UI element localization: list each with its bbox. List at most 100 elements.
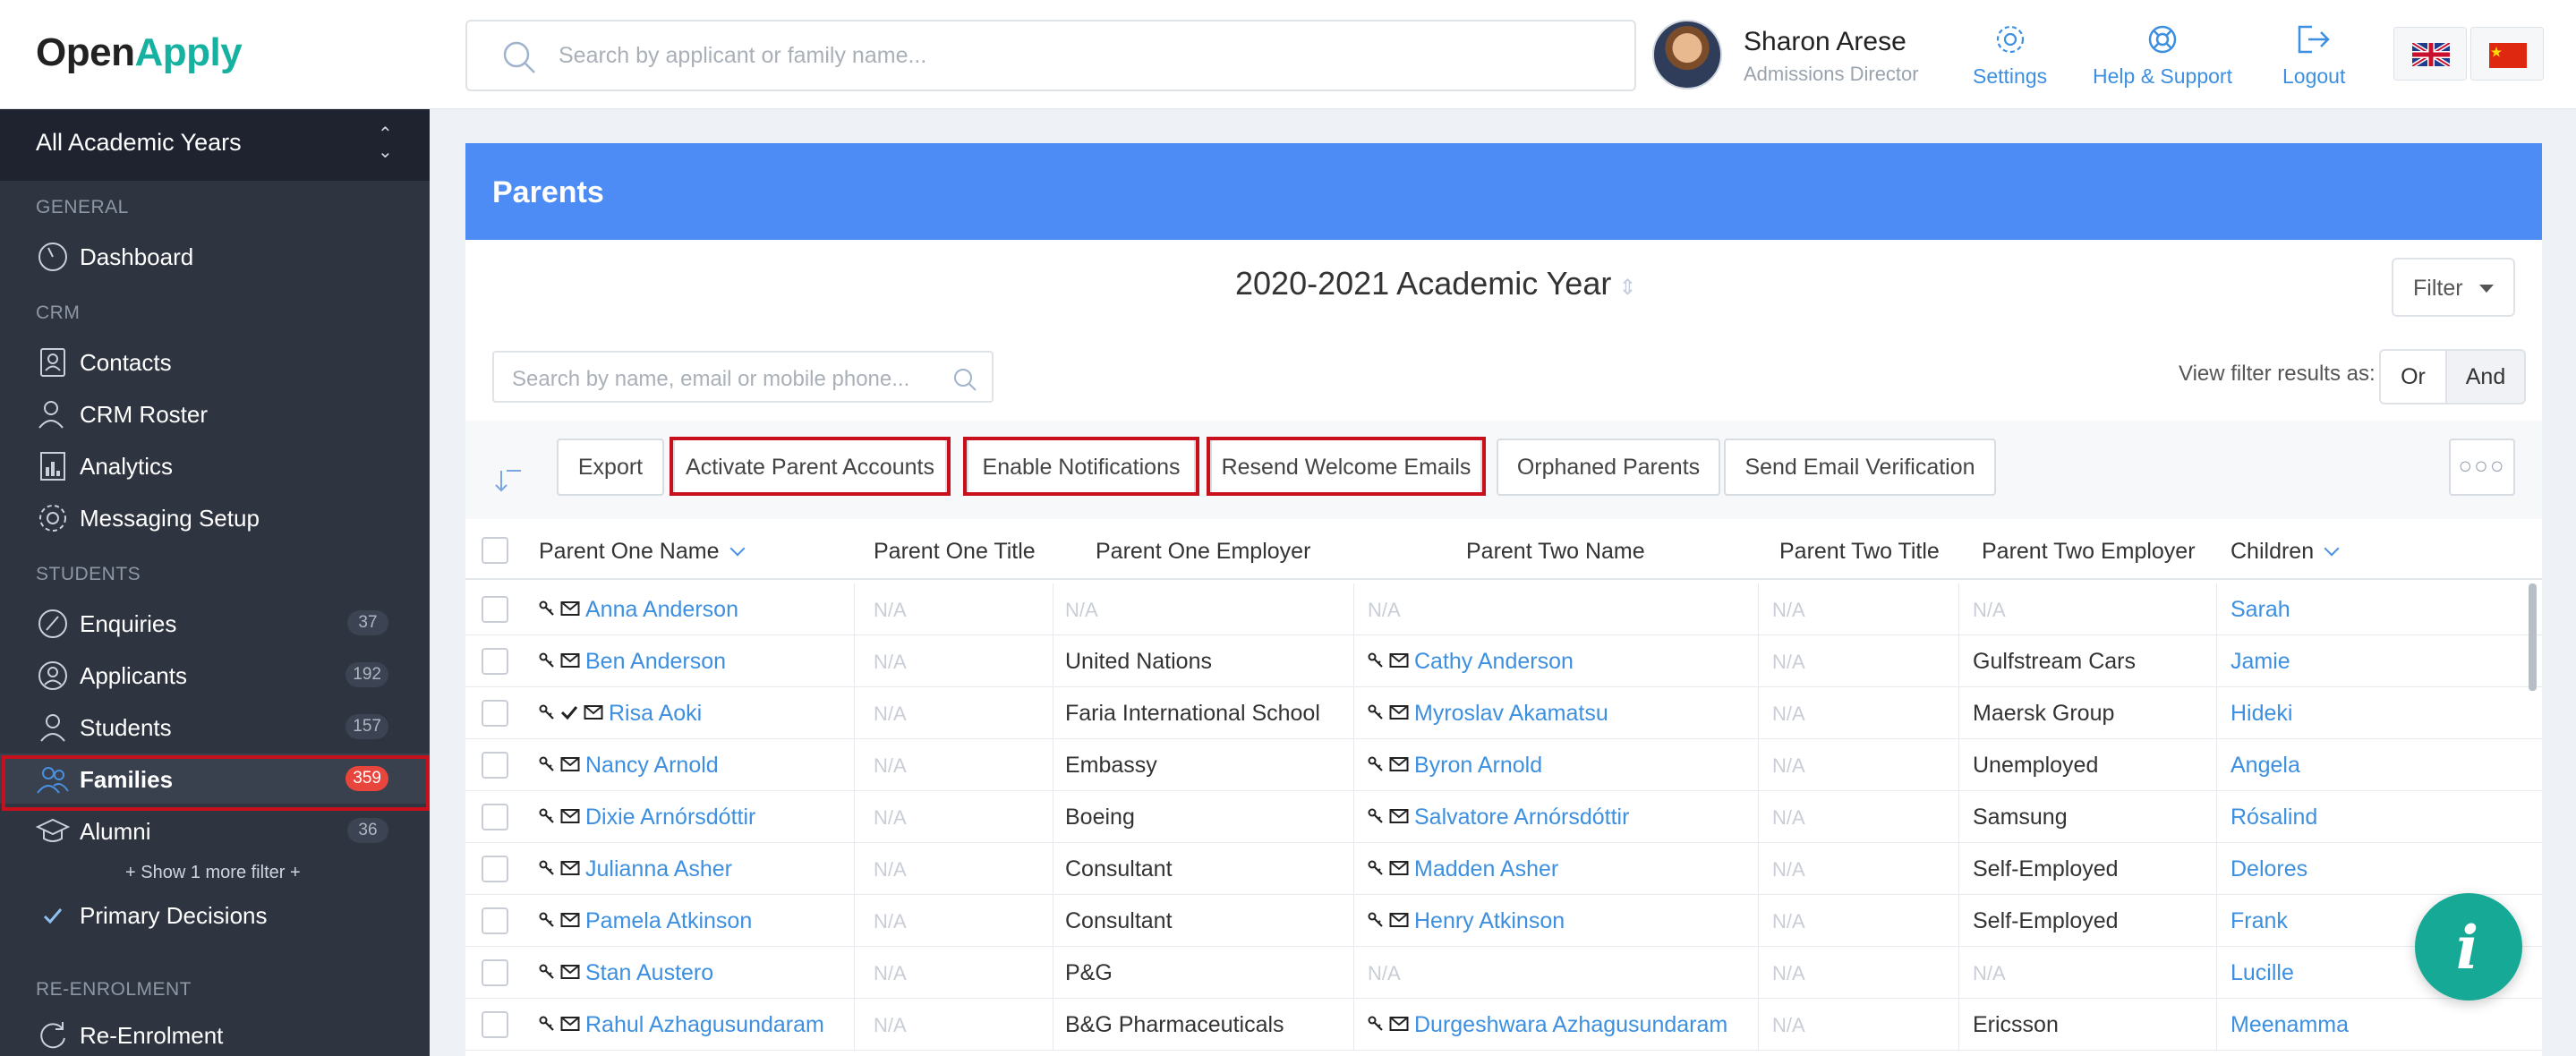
info-help-button[interactable]: i — [2415, 893, 2522, 1001]
column-divider — [1758, 999, 1759, 1051]
column-header-parent-one-employer[interactable]: Parent One Employer — [1096, 539, 1310, 565]
parent-name-link[interactable]: Risa Aoki — [609, 701, 702, 726]
user-name[interactable]: Sharon Arese — [1744, 27, 1906, 57]
row-checkbox[interactable] — [482, 907, 508, 934]
sidebar-item-dashboard[interactable]: Dashboard — [0, 231, 430, 281]
parent-name-link[interactable]: Byron Arnold — [1414, 753, 1542, 778]
child-name-link[interactable]: Frank — [2231, 908, 2288, 933]
academic-year-selector[interactable]: All Academic Years ⌃ ⌄ — [0, 109, 430, 181]
table-row[interactable]: Dixie Arnórsdóttir N/A Boeing Salvatore Arn… — [465, 791, 2542, 843]
china-flag-button[interactable] — [2470, 27, 2544, 81]
sidebar-item-alumni[interactable]: Alumni 36 — [0, 805, 430, 856]
more-actions-button[interactable]: ○○○ — [2449, 439, 2515, 496]
settings-button[interactable]: Settings — [1973, 21, 2047, 89]
page-title: Parents — [492, 175, 604, 209]
parent-name-link[interactable]: Stan Austero — [585, 960, 713, 985]
parent-name-link[interactable]: Myroslav Akamatsu — [1414, 701, 1608, 726]
na-value: N/A — [1772, 962, 1805, 984]
sidebar-item-primary-decisions[interactable]: Primary Decisions — [0, 890, 430, 940]
orphaned-parents-button[interactable]: Orphaned Parents — [1497, 439, 1720, 496]
filter-dropdown-button[interactable]: Filter — [2392, 258, 2515, 317]
child-name-link[interactable]: Lucille — [2231, 960, 2294, 985]
table-row[interactable]: Stan Austero N/A P&G N/A N/A N/A Lucille — [465, 947, 2542, 999]
parent-name-link[interactable]: Madden Asher — [1414, 856, 1558, 881]
sort-arrow-icon[interactable] — [494, 465, 525, 496]
parent-name-link[interactable]: Salvatore Arnórsdóttir — [1414, 805, 1629, 830]
column-header-parent-one-name[interactable]: Parent One Name — [539, 539, 745, 565]
table-scrollbar[interactable] — [2529, 583, 2537, 691]
column-header-parent-one-title[interactable]: Parent One Title — [874, 539, 1036, 565]
table-row[interactable]: Nancy Arnold N/A Embassy Byron Arnold N/A Une… — [465, 739, 2542, 791]
filter-mode-and-button[interactable]: And — [2445, 349, 2526, 405]
table-row[interactable]: Ben Anderson N/A United Nations Cathy Ander… — [465, 635, 2542, 687]
parent-name-link[interactable]: Henry Atkinson — [1414, 908, 1565, 933]
parent-name-link[interactable]: Durgeshwara Azhagusundaram — [1414, 1012, 1727, 1037]
cell-child: Hideki — [2231, 687, 2292, 739]
parent-name-link[interactable]: Pamela Atkinson — [585, 908, 752, 933]
sidebar-item-students[interactable]: Students 157 — [0, 702, 430, 752]
export-button[interactable]: Export — [557, 439, 664, 496]
child-name-link[interactable]: Delores — [2231, 856, 2307, 881]
parent-name-link[interactable]: Nancy Arnold — [585, 753, 719, 778]
child-name-link[interactable]: Rósalind — [2231, 805, 2317, 830]
sidebar-item-messaging-setup[interactable]: Messaging Setup — [0, 492, 430, 542]
row-checkbox[interactable] — [482, 1011, 508, 1038]
column-header-parent-two-title[interactable]: Parent Two Title — [1779, 539, 1940, 565]
column-divider — [1353, 739, 1354, 791]
child-name-link[interactable]: Angela — [2231, 753, 2300, 778]
user-avatar[interactable] — [1652, 20, 1722, 89]
academic-year-switcher[interactable]: 2020-2021 Academic Year ⇕ — [1235, 265, 1636, 302]
logout-button[interactable]: Logout — [2282, 21, 2345, 89]
row-checkbox[interactable] — [482, 959, 508, 986]
help-support-button[interactable]: Help & Support — [2093, 21, 2232, 89]
parent-name-link[interactable]: Julianna Asher — [585, 856, 732, 881]
parent-name-link[interactable]: Anna Anderson — [585, 597, 738, 622]
send-email-verification-button[interactable]: Send Email Verification — [1724, 439, 1996, 496]
row-checkbox[interactable] — [482, 752, 508, 779]
column-divider — [1958, 687, 1959, 739]
sidebar-item-applicants[interactable]: Applicants 192 — [0, 650, 430, 700]
child-name-link[interactable]: Jamie — [2231, 649, 2290, 674]
na-value: N/A — [874, 858, 907, 881]
column-divider — [1958, 791, 1959, 843]
table-row[interactable]: Pamela Atkinson N/A Consultant Henry Atkins… — [465, 895, 2542, 947]
sidebar-item-contacts[interactable]: Contacts — [0, 336, 430, 387]
column-header-children[interactable]: Children — [2231, 539, 2340, 565]
parent-name-link[interactable]: Rahul Azhagusundaram — [585, 1012, 824, 1037]
na-value: N/A — [1772, 1014, 1805, 1036]
parent-name-link[interactable]: Dixie Arnórsdóttir — [585, 805, 755, 830]
key-icon — [539, 912, 554, 928]
sidebar-item-re-enrolment[interactable]: Re-Enrolment — [0, 1009, 430, 1056]
sidebar-item-enquiries[interactable]: Enquiries 37 — [0, 598, 430, 648]
table-row[interactable]: Rahul Azhagusundaram N/A B&G Pharmaceutica… — [465, 999, 2542, 1051]
parent-name-link[interactable]: Ben Anderson — [585, 649, 726, 674]
row-checkbox[interactable] — [482, 648, 508, 675]
sidebar-item-crm-roster[interactable]: CRM Roster — [0, 388, 430, 439]
table-row[interactable]: Risa Aoki N/A Faria International School My… — [465, 687, 2542, 739]
row-checkbox[interactable] — [482, 804, 508, 830]
table-search-input[interactable]: Search by name, email or mobile phone... — [492, 351, 994, 403]
info-icon: i — [2456, 913, 2479, 983]
openapply-logo[interactable]: OpenApply — [36, 30, 243, 75]
row-checkbox[interactable] — [482, 856, 508, 882]
uk-flag-button[interactable] — [2393, 27, 2467, 81]
child-name-link[interactable]: Sarah — [2231, 597, 2290, 622]
na-value: N/A — [1368, 599, 1401, 621]
section-crm: CRM — [36, 302, 81, 323]
table-row[interactable]: Anna Anderson N/A N/A N/A N/A N/A Sarah — [465, 583, 2542, 635]
show-more-filter-link[interactable]: + Show 1 more filter + — [125, 863, 301, 883]
table-row[interactable]: Julianna Asher N/A Consultant Madden Asher N… — [465, 843, 2542, 895]
filter-mode-or-button[interactable]: Or — [2379, 349, 2447, 405]
cell-p1: Anna Anderson — [539, 583, 738, 635]
select-all-checkbox[interactable] — [482, 537, 508, 564]
child-name-link[interactable]: Hideki — [2231, 701, 2292, 726]
child-name-link[interactable]: Meenamma — [2231, 1012, 2349, 1037]
sidebar-item-analytics[interactable]: Analytics — [0, 440, 430, 490]
parent-name-link[interactable]: Cathy Anderson — [1414, 649, 1574, 674]
row-checkbox[interactable] — [482, 596, 508, 623]
cell-text: Unemployed — [1973, 753, 2099, 778]
row-checkbox[interactable] — [482, 700, 508, 727]
column-header-parent-two-employer[interactable]: Parent Two Employer — [1982, 539, 2196, 565]
column-header-parent-two-name[interactable]: Parent Two Name — [1466, 539, 1645, 565]
global-search-input[interactable]: Search by applicant or family name... — [465, 20, 1636, 91]
